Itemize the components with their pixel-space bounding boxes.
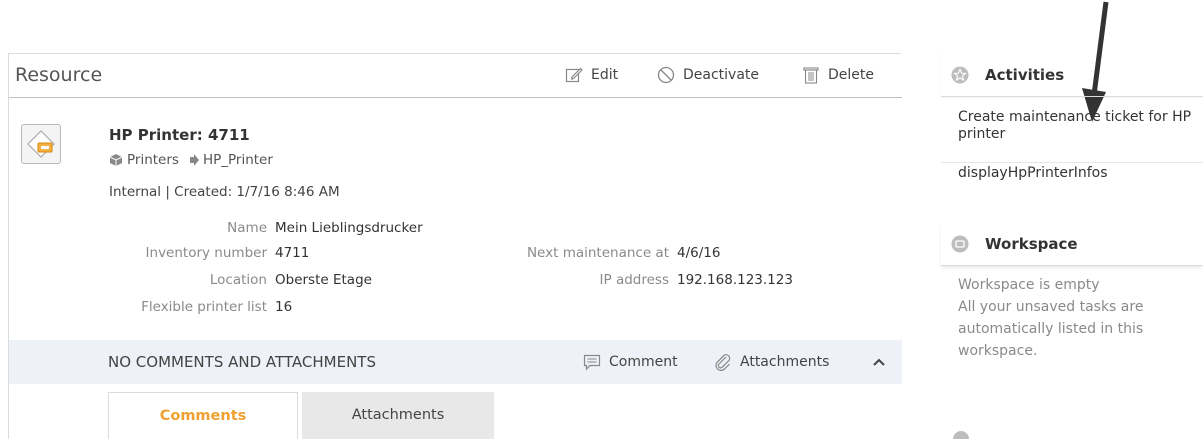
workspace-empty-text: Workspace is empty bbox=[958, 277, 1100, 293]
activity-label: Create maintenance ticket for HP printer bbox=[958, 109, 1192, 142]
edit-icon bbox=[565, 67, 583, 83]
activity-item[interactable]: Create maintenance ticket for HP printer bbox=[941, 109, 1203, 163]
comment-icon bbox=[583, 354, 601, 371]
arrow-right-icon bbox=[189, 154, 199, 166]
workspace-icon bbox=[951, 235, 969, 253]
tab-comments[interactable]: Comments bbox=[108, 392, 298, 439]
workspace-message: Workspace is empty All your unsaved task… bbox=[958, 274, 1203, 362]
tab-attachments[interactable]: Attachments bbox=[302, 392, 494, 439]
ip-label: IP address bbox=[599, 272, 669, 288]
inventory-label: Inventory number bbox=[145, 245, 267, 261]
panel-title: Resource bbox=[15, 64, 103, 86]
maintenance-label: Next maintenance at bbox=[526, 245, 669, 261]
star-icon bbox=[951, 66, 969, 84]
workspace-title: Workspace bbox=[985, 235, 1078, 253]
comment-button[interactable]: Comment bbox=[583, 353, 678, 371]
comments-bar: NO COMMENTS AND ATTACHMENTS Comment Atta… bbox=[9, 340, 902, 384]
comments-title: NO COMMENTS AND ATTACHMENTS bbox=[108, 353, 376, 371]
cube-icon bbox=[109, 154, 123, 166]
activities-title: Activities bbox=[985, 66, 1065, 84]
favorites-icon bbox=[953, 431, 969, 439]
edit-label: Edit bbox=[591, 67, 619, 83]
name-value: Mein Lieblingsdrucker bbox=[275, 220, 423, 236]
maintenance-value: 4/6/16 bbox=[677, 245, 721, 261]
paperclip-icon bbox=[715, 354, 731, 371]
workspace-header[interactable]: Workspace bbox=[941, 222, 1203, 266]
breadcrumb-type[interactable]: HP_Printer bbox=[203, 152, 273, 168]
attachments-button[interactable]: Attachments bbox=[714, 353, 829, 371]
attachments-label: Attachments bbox=[740, 354, 830, 370]
flexible-value: 16 bbox=[275, 299, 293, 315]
deactivate-icon bbox=[657, 66, 675, 84]
deactivate-label: Deactivate bbox=[683, 67, 760, 83]
panel-header: Resource Edit Deactivate Delete bbox=[9, 54, 902, 98]
activity-label: displayHpPrinterInfos bbox=[958, 165, 1108, 181]
location-label: Location bbox=[209, 272, 267, 288]
delete-button[interactable]: Delete bbox=[802, 66, 874, 84]
deactivate-button[interactable]: Deactivate bbox=[657, 66, 759, 84]
resource-title: HP Printer: 4711 bbox=[109, 126, 250, 144]
printer-resource-icon bbox=[21, 124, 61, 164]
delete-label: Delete bbox=[828, 67, 874, 83]
workspace-hint-text: All your unsaved tasks are automatically… bbox=[958, 299, 1144, 359]
sidebar: Activities Create maintenance ticket for… bbox=[941, 53, 1203, 439]
ip-value: 192.168.123.123 bbox=[677, 272, 793, 288]
edit-button[interactable]: Edit bbox=[565, 66, 618, 84]
inventory-value: 4711 bbox=[275, 245, 310, 261]
breadcrumb-category[interactable]: Printers bbox=[127, 152, 179, 168]
name-label: Name bbox=[227, 220, 267, 236]
resource-panel: Resource Edit Deactivate Delete HP Print… bbox=[8, 53, 902, 439]
chevron-up-icon[interactable] bbox=[871, 354, 887, 370]
breadcrumb: Printers HP_Printer bbox=[109, 152, 273, 168]
activities-header[interactable]: Activities bbox=[941, 53, 1203, 97]
resource-meta: Internal | Created: 1/7/16 8:46 AM bbox=[109, 184, 340, 200]
comment-label: Comment bbox=[609, 354, 678, 370]
flexible-label: Flexible printer list bbox=[141, 299, 267, 315]
location-value: Oberste Etage bbox=[275, 272, 372, 288]
trash-icon bbox=[803, 67, 819, 84]
activity-item[interactable]: displayHpPrinterInfos bbox=[941, 165, 1203, 195]
